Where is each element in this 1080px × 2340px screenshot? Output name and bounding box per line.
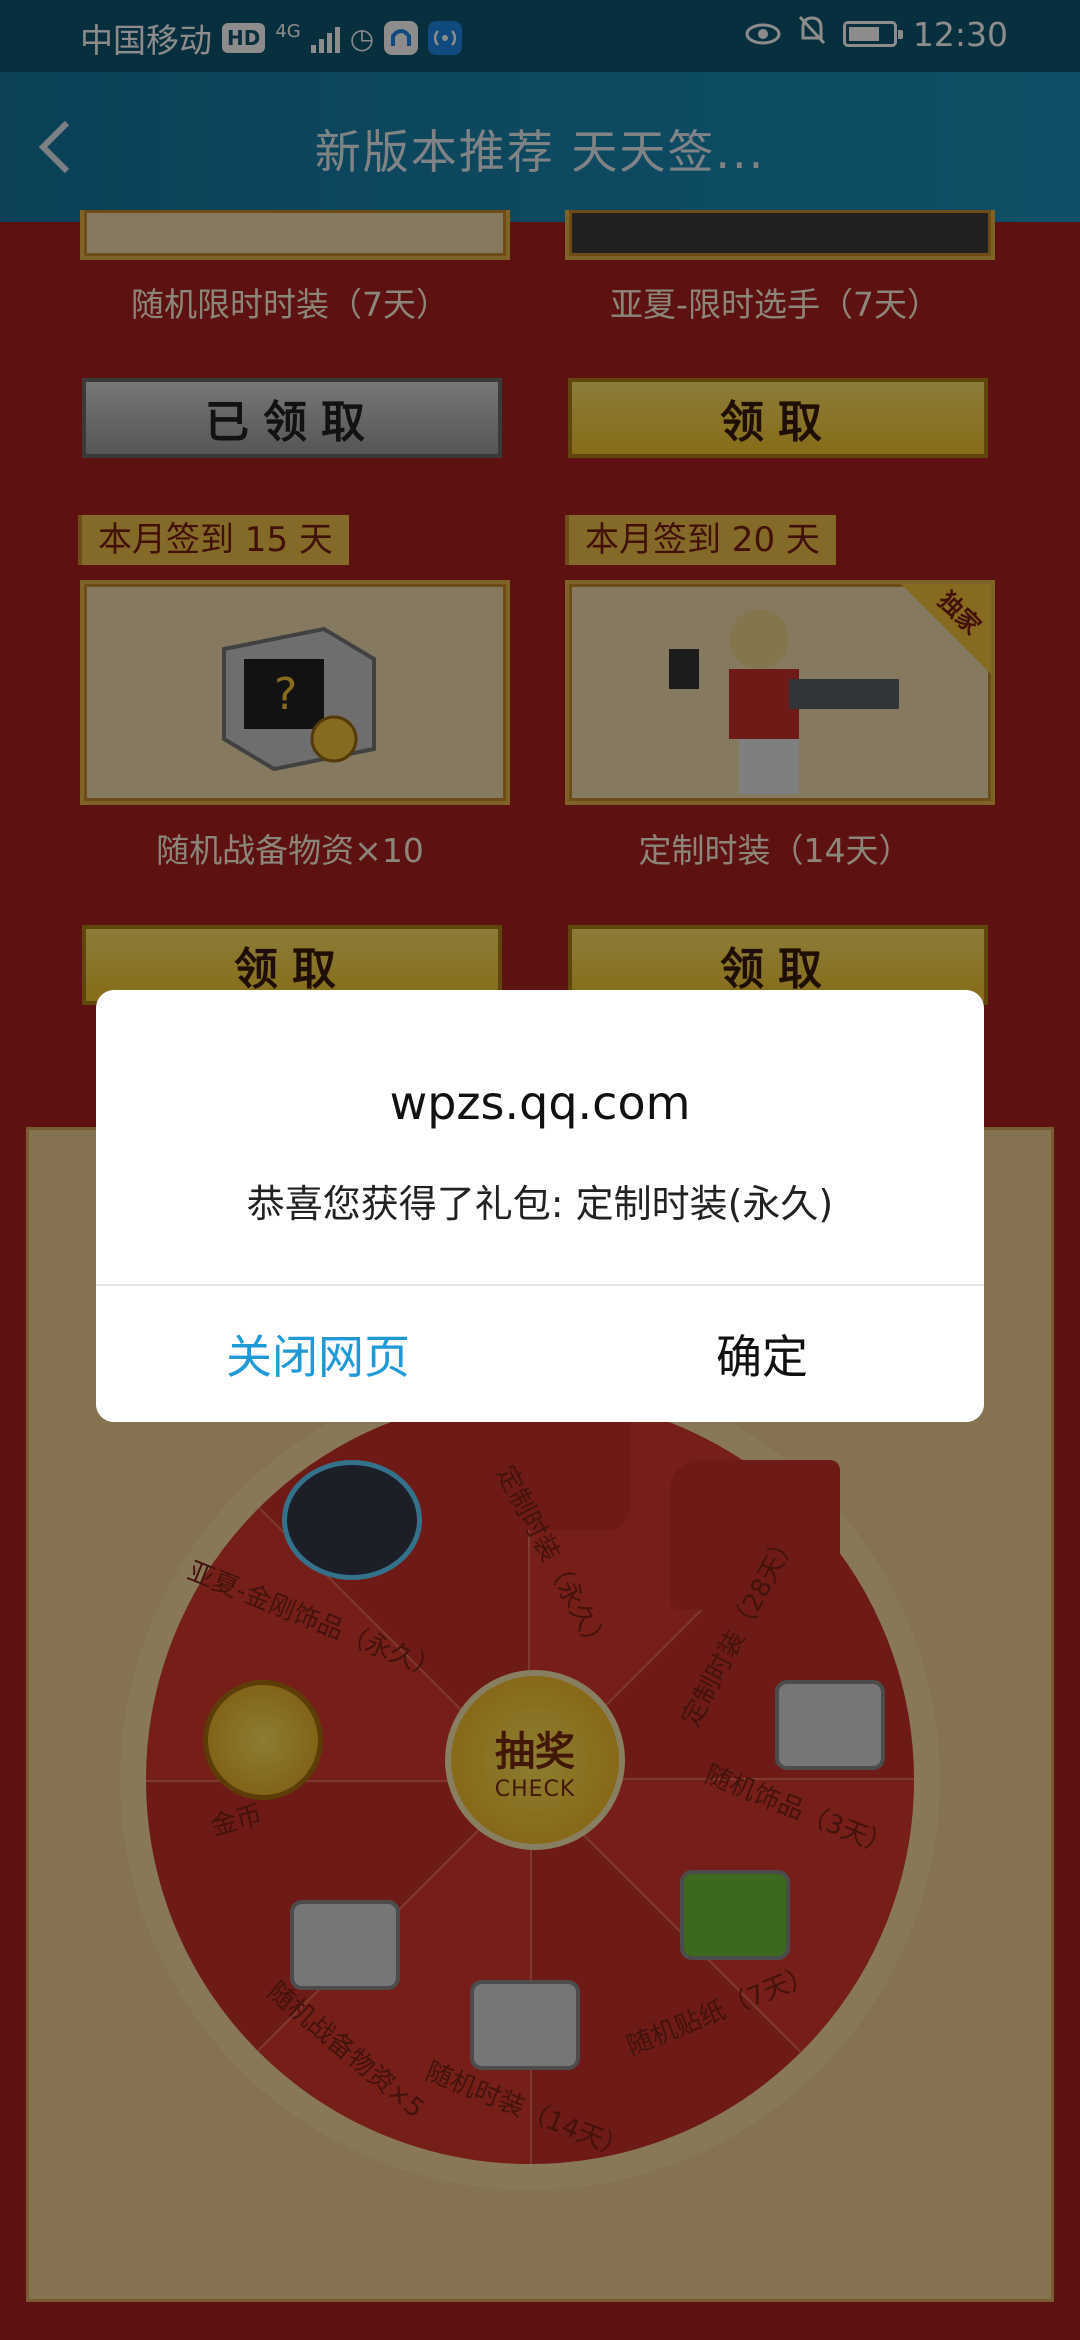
alert-dialog: wpzs.qq.com 恭喜您获得了礼包: 定制时装(永久) 关闭网页 确定 [96,990,984,1422]
close-webpage-button[interactable]: 关闭网页 [96,1286,540,1422]
dialog-title: wpzs.qq.com [389,1076,691,1130]
dialog-message: 恭喜您获得了礼包: 定制时装(永久) [246,1182,834,1226]
confirm-button[interactable]: 确定 [540,1286,984,1422]
app-screen: 中国移动 HD 4G ◷ 12:30 新版本推荐 天天签... 随机限时时装（7… [0,0,1080,2340]
